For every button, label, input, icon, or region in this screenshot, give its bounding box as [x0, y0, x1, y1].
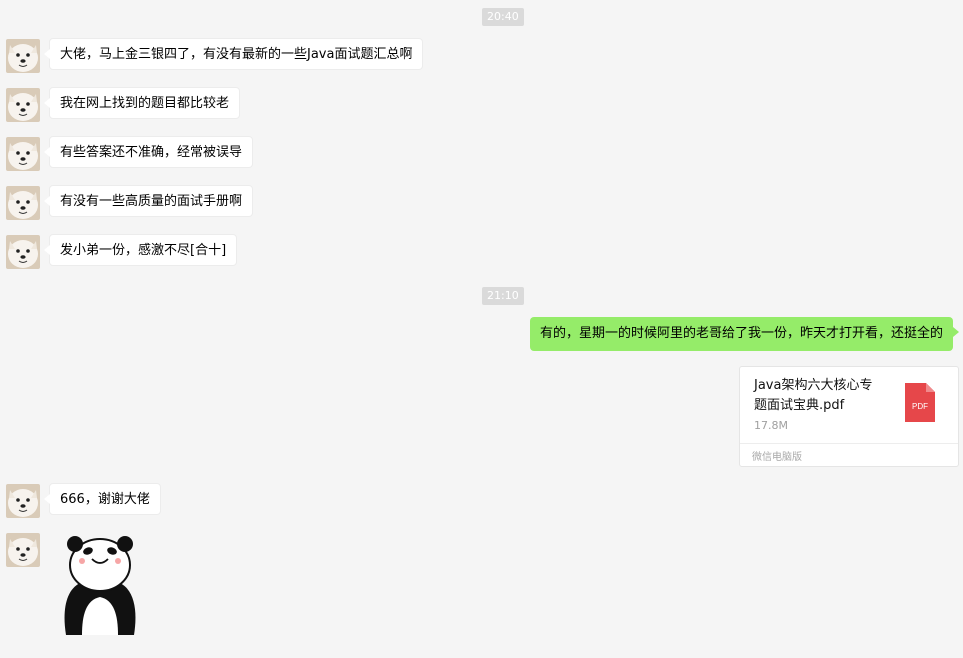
samoyed-avatar-icon	[6, 88, 40, 122]
file-name-line: Java架构六大核心专	[754, 378, 873, 393]
contact-avatar[interactable]	[6, 484, 40, 518]
timestamp: 21:10	[482, 287, 524, 305]
samoyed-avatar-icon	[6, 235, 40, 269]
samoyed-avatar-icon	[6, 484, 40, 518]
samoyed-avatar-icon	[6, 533, 40, 567]
contact-avatar[interactable]	[6, 137, 40, 171]
samoyed-avatar-icon	[6, 186, 40, 220]
message-bubble[interactable]: 666，谢谢大佬	[44, 483, 161, 515]
contact-avatar[interactable]	[6, 39, 40, 73]
contact-avatar[interactable]	[6, 235, 40, 269]
file-size: 17.8M	[754, 419, 788, 432]
samoyed-avatar-icon	[6, 137, 40, 171]
pdf-icon-label: PDF	[912, 402, 928, 411]
samoyed-avatar-icon	[6, 39, 40, 73]
message-bubble[interactable]: 有些答案还不准确，经常被误导	[43, 136, 254, 168]
file-message-card[interactable]: Java架构六大核心专 题面试宝典.pdf 17.8M PDF 微信电脑版	[739, 366, 959, 467]
message-bubble[interactable]: 有没有一些高质量的面试手册啊	[43, 185, 254, 217]
message-bubble[interactable]: 我在网上找到的题目都比较老	[43, 87, 241, 119]
pdf-file-icon: PDF	[905, 383, 935, 422]
contact-avatar[interactable]	[6, 186, 40, 220]
timestamp: 20:40	[482, 8, 524, 26]
file-source-label: 微信电脑版	[752, 452, 802, 463]
file-name: Java架构六大核心专 题面试宝典.pdf	[754, 376, 894, 416]
message-bubble[interactable]: 发小弟一份，感激不尽[合十]	[43, 234, 238, 266]
contact-avatar[interactable]	[6, 88, 40, 122]
self-message-bubble[interactable]: 有的，星期一的时候阿里的老哥给了我一份，昨天才打开看，还挺全的	[529, 317, 960, 351]
divider	[740, 443, 958, 444]
file-name-line: 题面试宝典.pdf	[754, 398, 845, 413]
message-bubble[interactable]: 大佬，马上金三银四了，有没有最新的一些Java面试题汇总啊	[43, 38, 424, 70]
panda-sticker-icon[interactable]	[60, 535, 140, 635]
contact-avatar[interactable]	[6, 533, 40, 567]
